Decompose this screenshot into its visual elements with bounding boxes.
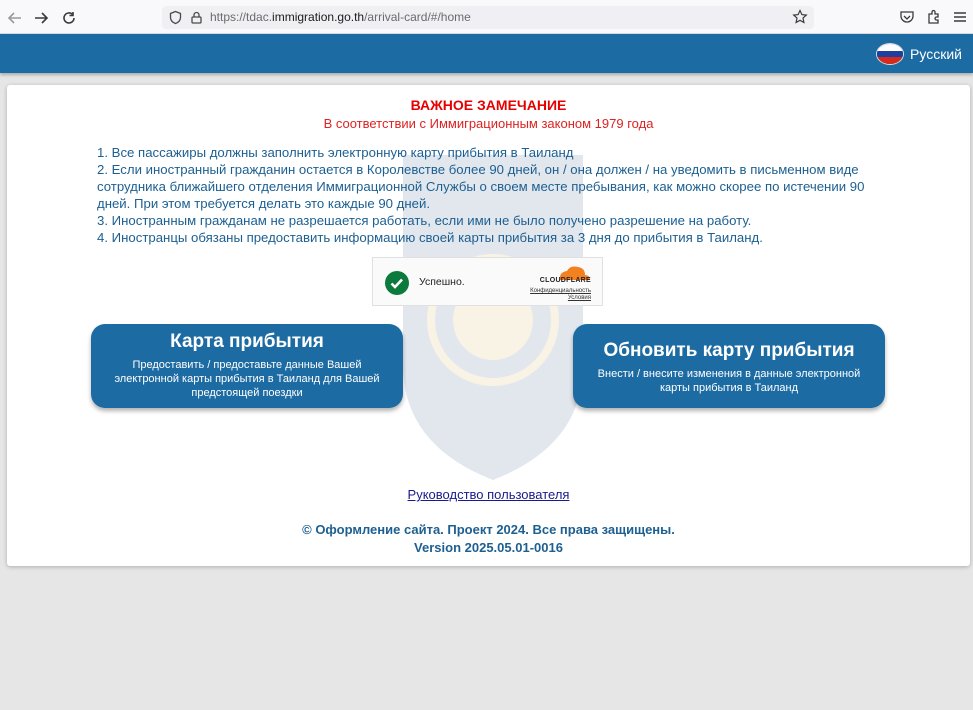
captcha-privacy-link[interactable]: Конфиденциальность	[530, 288, 591, 294]
notice-subtitle: В соответствии с Иммиграционным законом …	[323, 116, 654, 131]
update-card-title: Обновить карту прибытия	[603, 340, 855, 361]
lock-icon	[191, 11, 202, 24]
address-bar[interactable]: https://tdac.immigration.go.th/arrival-c…	[162, 6, 814, 29]
arrival-card-button[interactable]: Карта прибытия Предоставить / предоставь…	[91, 324, 403, 408]
site-header: Русский	[0, 34, 973, 73]
notice-title: ВАЖНОЕ ЗАМЕЧАНИЕ	[410, 97, 567, 113]
shield-icon	[169, 10, 182, 25]
cloudflare-captcha-widget[interactable]: Успешно. CLOUDFLARE Конфиденциальность У…	[372, 257, 603, 306]
main-card: ВАЖНОЕ ЗАМЕЧАНИЕ В соответствии с Иммигр…	[7, 85, 970, 566]
cloudflare-brand: CLOUDFLARE	[539, 277, 591, 284]
arrow-right-icon	[35, 12, 48, 24]
captcha-status: Успешно.	[419, 276, 465, 288]
success-check-icon	[385, 271, 409, 295]
pocket-icon[interactable]	[899, 9, 915, 25]
footer-version: Version 2025.05.01-0016	[414, 540, 563, 555]
footer-copyright: © Оформление сайта. Проект 2024. Все пра…	[302, 522, 675, 537]
menu-icon[interactable]	[952, 9, 968, 25]
russian-flag-icon	[876, 43, 905, 65]
url-path: /arrival-card/#/home	[364, 10, 471, 24]
flag-stripe-white	[877, 44, 904, 51]
extensions-icon[interactable]	[926, 9, 942, 25]
rule-item: 4. Иностранцы обязаны предоставить инфор…	[97, 230, 763, 245]
update-card-description: Внести / внесите изменения в данные элек…	[597, 368, 861, 394]
rule-item: 3. Иностранным гражданам не разрешается …	[97, 213, 752, 228]
flag-stripe-blue	[877, 50, 904, 58]
url-domain: immigration.go.th	[272, 10, 365, 24]
flag-stripe-red	[877, 57, 904, 64]
notice-rules: 1. Все пассажиры должны заполнить электр…	[97, 144, 887, 246]
url-text: https://tdac.immigration.go.th/arrival-c…	[210, 10, 471, 24]
user-guide-link[interactable]: Руководство пользователя	[7, 487, 970, 502]
arrival-card-description: Предоставить / предоставьте данные Вашей…	[114, 359, 380, 399]
forward-button[interactable]	[30, 7, 52, 29]
arrow-left-icon	[8, 12, 21, 24]
star-icon[interactable]	[792, 9, 808, 25]
rule-item: 2. Если иностранный гражданин остается в…	[97, 162, 865, 211]
language-label: Русский	[910, 46, 962, 62]
rule-item: 1. Все пассажиры должны заполнить электр…	[97, 145, 574, 160]
language-selector[interactable]: Русский	[876, 42, 962, 66]
reload-icon	[63, 12, 75, 24]
reload-button[interactable]	[58, 7, 80, 29]
browser-toolbar: https://tdac.immigration.go.th/arrival-c…	[0, 0, 973, 34]
url-prefix: https://tdac.	[210, 10, 273, 24]
back-button[interactable]	[4, 7, 26, 29]
captcha-terms-link[interactable]: Условия	[568, 295, 591, 301]
arrival-card-title: Карта прибытия	[170, 331, 324, 352]
update-arrival-card-button[interactable]: Обновить карту прибытия Внести / внесите…	[573, 324, 885, 408]
